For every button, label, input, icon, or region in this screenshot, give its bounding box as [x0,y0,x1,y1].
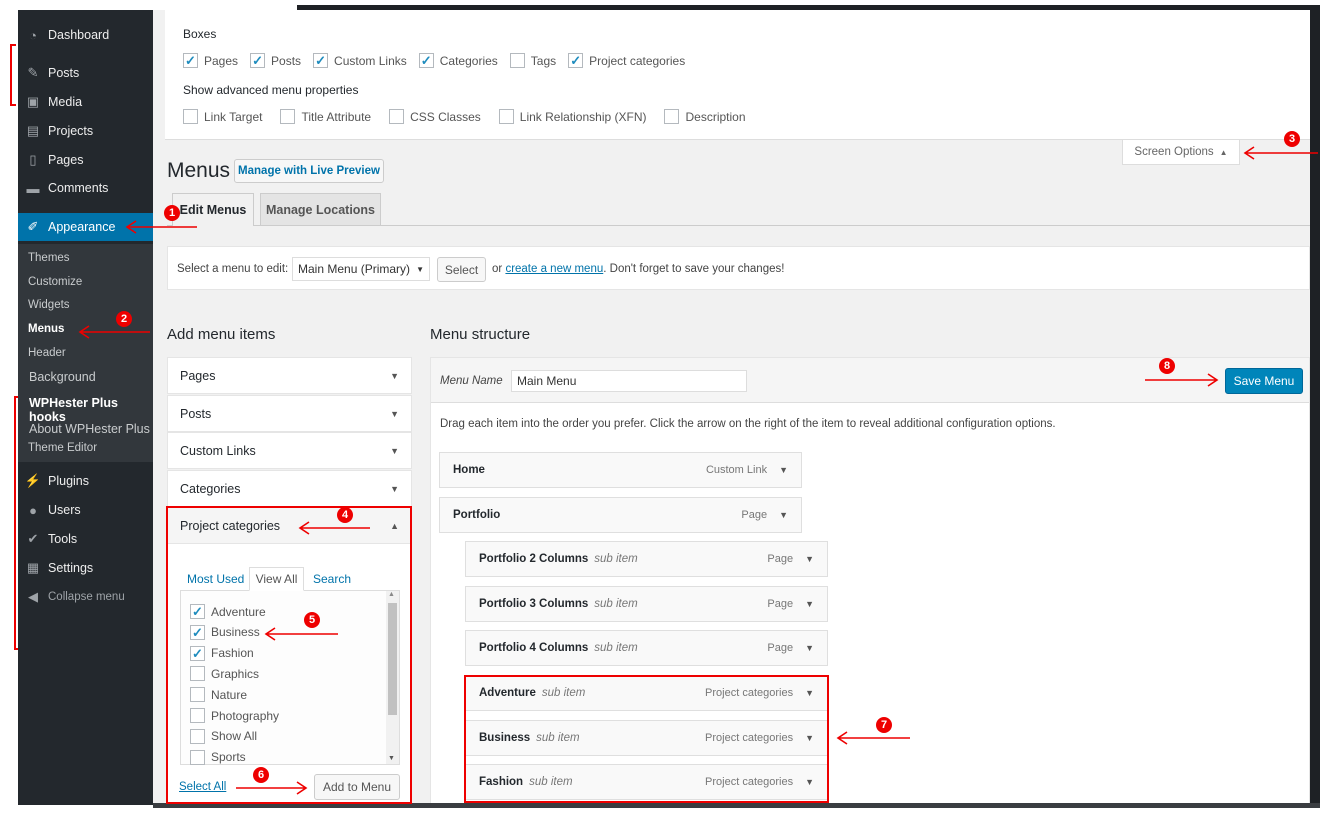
annotation-badge-1: 1 [164,205,180,221]
annotation-badge-2: 2 [116,311,132,327]
annotation-badge-3: 3 [1284,131,1300,147]
arrow-6 [236,781,308,795]
arrow-2 [78,325,150,339]
arrow-1 [125,220,197,234]
annotation-badge-6: 6 [253,767,269,783]
annotation-badge-7: 7 [876,717,892,733]
arrow-8 [1145,373,1219,387]
annotation-badge-5: 5 [304,612,320,628]
arrow-5 [264,627,338,641]
annotation-badge-8: 8 [1159,358,1175,374]
annotation-badge-4: 4 [337,507,353,523]
annotation-arrows [78,146,1318,795]
tab-view-all[interactable]: View All [249,567,304,591]
arrow-4 [298,521,370,535]
arrow-3 [1243,146,1318,160]
arrow-7 [836,731,910,745]
